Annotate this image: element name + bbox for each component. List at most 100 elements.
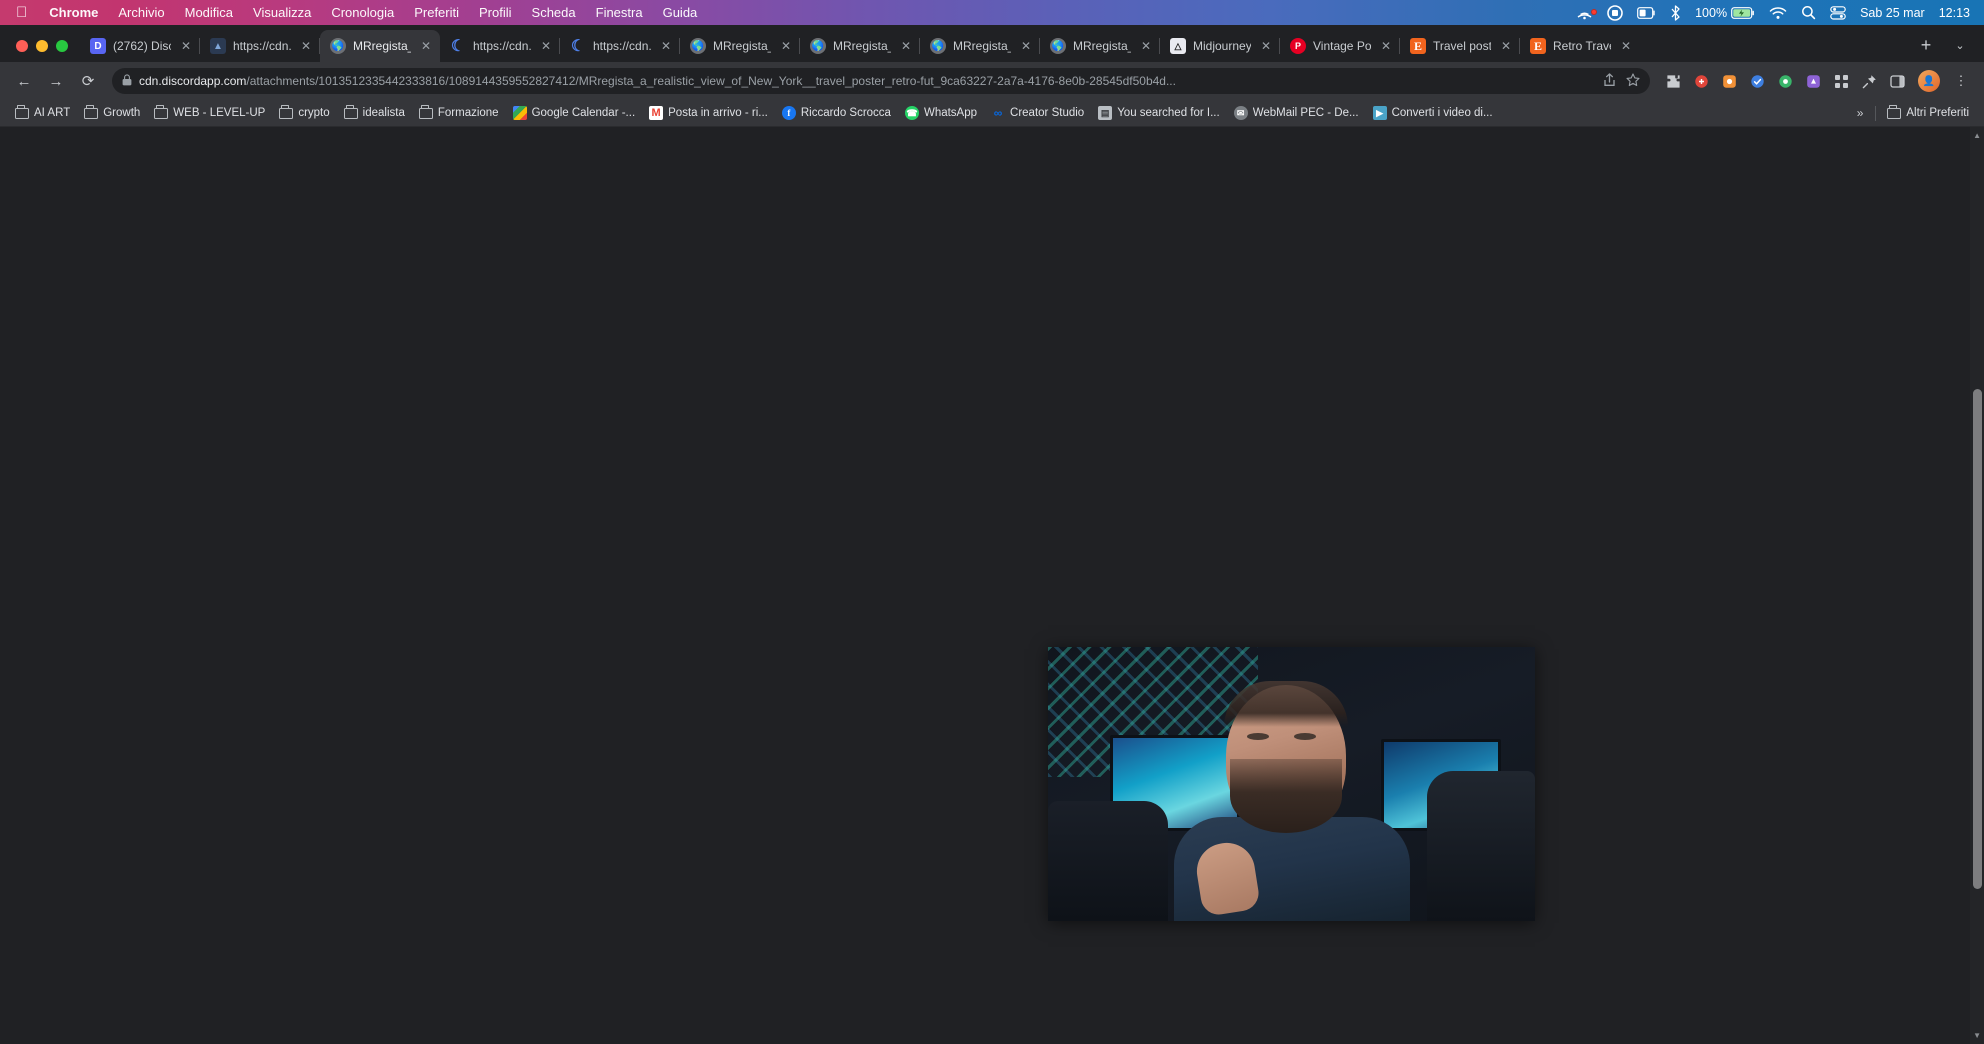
control-center-icon[interactable] — [1823, 6, 1853, 20]
tab-search-chevron-down-icon[interactable]: ⌄ — [1946, 31, 1974, 59]
green-extension-icon[interactable] — [1772, 68, 1798, 94]
share-icon[interactable] — [1603, 73, 1616, 90]
reload-button[interactable]: ⟳ — [74, 67, 102, 95]
scrollbar-thumb[interactable] — [1973, 389, 1982, 889]
bookmark-growth[interactable]: Growth — [77, 103, 147, 123]
bookmark-webmail-pec[interactable]: ✉ WebMail PEC - De... — [1227, 103, 1366, 123]
maximize-window-button[interactable] — [56, 40, 68, 52]
close-tab-button[interactable]: ✕ — [538, 38, 554, 54]
red-extension-icon[interactable] — [1688, 68, 1714, 94]
close-tab-button[interactable]: ✕ — [418, 38, 434, 54]
spotlight-search-icon[interactable] — [1794, 5, 1823, 20]
menu-modifica[interactable]: Modifica — [175, 0, 243, 25]
side-panel-icon[interactable] — [1884, 68, 1910, 94]
scroll-up-arrow-icon[interactable]: ▲ — [1973, 131, 1981, 140]
close-tab-button[interactable]: ✕ — [1618, 38, 1634, 54]
tab-discord[interactable]: D (2762) Disc ✕ — [80, 30, 200, 62]
battery-widget-icon[interactable] — [1630, 7, 1663, 19]
bookmark-google-calendar[interactable]: Google Calendar -... — [506, 103, 643, 123]
page-scrollbar[interactable]: ▲ ▼ — [1970, 127, 1984, 1044]
new-tab-button[interactable]: + — [1912, 31, 1940, 59]
bookmark-star-icon[interactable] — [1626, 73, 1640, 90]
google-calendar-icon — [513, 106, 527, 120]
close-tab-button[interactable]: ✕ — [778, 38, 794, 54]
close-tab-button[interactable]: ✕ — [1018, 38, 1034, 54]
menu-archivio[interactable]: Archivio — [108, 0, 174, 25]
menu-finestra[interactable]: Finestra — [586, 0, 653, 25]
scroll-down-arrow-icon[interactable]: ▼ — [1973, 1031, 1981, 1040]
screen-record-icon[interactable] — [1600, 5, 1630, 21]
bookmark-you-searched-for[interactable]: ▤ You searched for I... — [1091, 103, 1227, 123]
chrome-menu-button[interactable]: ⋮ — [1948, 68, 1974, 94]
tab-mrregista-3[interactable]: 🌎 MRregista_ ✕ — [800, 30, 920, 62]
back-button[interactable]: ← — [10, 67, 38, 95]
bookmark-label: Altri Preferiti — [1906, 107, 1969, 119]
tab-travel-poster[interactable]: E Travel post ✕ — [1400, 30, 1520, 62]
avatar[interactable]: 👤 — [1918, 70, 1940, 92]
bookmark-formazione[interactable]: Formazione — [412, 103, 506, 123]
bookmark-ai-art[interactable]: AI ART — [8, 103, 77, 123]
close-tab-button[interactable]: ✕ — [298, 38, 314, 54]
menu-cronologia[interactable]: Cronologia — [321, 0, 404, 25]
tab-vintage-poster[interactable]: P Vintage Pos ✕ — [1280, 30, 1400, 62]
tabs-container: D (2762) Disc ✕ ▲ https://cdn. ✕ 🌎 MRreg… — [80, 25, 1906, 62]
bluetooth-icon[interactable] — [1663, 5, 1688, 21]
globe-icon: 🌎 — [810, 38, 826, 54]
blue-extension-icon[interactable] — [1744, 68, 1770, 94]
menu-guida[interactable]: Guida — [653, 0, 708, 25]
bookmark-gmail-inbox[interactable]: M Posta in arrivo - ri... — [642, 103, 775, 123]
menu-scheda[interactable]: Scheda — [522, 0, 586, 25]
tab-label: MRregista_ — [713, 39, 771, 53]
menu-visualizza[interactable]: Visualizza — [243, 0, 321, 25]
close-window-button[interactable] — [16, 40, 28, 52]
battery-status[interactable]: 100% — [1688, 6, 1762, 20]
close-tab-button[interactable]: ✕ — [1138, 38, 1154, 54]
close-tab-button[interactable]: ✕ — [898, 38, 914, 54]
address-bar[interactable]: cdn.discordapp.com/attachments/101351233… — [112, 68, 1650, 94]
tab-mrregista-2[interactable]: 🌎 MRregista_ ✕ — [680, 30, 800, 62]
tab-mrregista-4[interactable]: 🌎 MRregista_ ✕ — [920, 30, 1040, 62]
menu-chrome[interactable]: Chrome — [39, 0, 108, 25]
tab-cdn-1[interactable]: ▲ https://cdn. ✕ — [200, 30, 320, 62]
minimize-window-button[interactable] — [36, 40, 48, 52]
bookmarks-overflow-button[interactable]: » — [1849, 106, 1872, 120]
menubar-date[interactable]: Sab 25 mar — [1853, 6, 1932, 20]
menubar-clock[interactable]: 12:13 — [1932, 6, 1984, 20]
bookmark-web-level-up[interactable]: WEB - LEVEL-UP — [147, 103, 272, 123]
forward-button[interactable]: → — [42, 67, 70, 95]
bookmark-other-bookmarks[interactable]: Altri Preferiti — [1880, 103, 1976, 123]
bookmark-idealista[interactable]: idealista — [337, 103, 412, 123]
webcam-overlay[interactable] — [1048, 647, 1535, 921]
bookmark-facebook-profile[interactable]: f Riccardo Scrocca — [775, 103, 898, 123]
bookmark-whatsapp[interactable]: ☎ WhatsApp — [898, 103, 984, 123]
midjourney-icon: △ — [1170, 38, 1186, 54]
close-tab-button[interactable]: ✕ — [658, 38, 674, 54]
puzzle-extension-icon[interactable] — [1660, 68, 1686, 94]
tab-retro-travel[interactable]: E Retro Trave ✕ — [1520, 30, 1640, 62]
globe-icon: 🌎 — [1050, 38, 1066, 54]
wifi-icon[interactable] — [1762, 6, 1794, 20]
tab-cdn-2[interactable]: ☾ https://cdn. ✕ — [440, 30, 560, 62]
menu-preferiti[interactable]: Preferiti — [404, 0, 469, 25]
close-tab-button[interactable]: ✕ — [1258, 38, 1274, 54]
bookmark-converti-video[interactable]: ▶ Converti i video di... — [1366, 103, 1500, 123]
grid-extension-icon[interactable] — [1828, 68, 1854, 94]
airplay-recording-icon[interactable] — [1569, 6, 1600, 20]
bookmark-creator-studio[interactable]: ∞ Creator Studio — [984, 103, 1091, 123]
bookmark-label: WebMail PEC - De... — [1253, 107, 1359, 119]
orange-extension-icon[interactable] — [1716, 68, 1742, 94]
tab-mrregista-active[interactable]: 🌎 MRregista_ ✕ — [320, 30, 440, 62]
tab-cdn-3[interactable]: ☾ https://cdn. ✕ — [560, 30, 680, 62]
menu-profili[interactable]: Profili — [469, 0, 522, 25]
purple-extension-icon[interactable] — [1800, 68, 1826, 94]
apple-logo-icon[interactable]:  — [0, 0, 39, 25]
bookmark-label: Formazione — [438, 107, 499, 119]
close-tab-button[interactable]: ✕ — [1378, 38, 1394, 54]
tab-midjourney[interactable]: △ Midjourney ✕ — [1160, 30, 1280, 62]
bookmark-crypto[interactable]: crypto — [272, 103, 336, 123]
pin-extension-icon[interactable] — [1856, 68, 1882, 94]
etsy-icon: E — [1410, 38, 1426, 54]
tab-mrregista-5[interactable]: 🌎 MRregista_ ✕ — [1040, 30, 1160, 62]
close-tab-button[interactable]: ✕ — [1498, 38, 1514, 54]
close-tab-button[interactable]: ✕ — [178, 38, 194, 54]
